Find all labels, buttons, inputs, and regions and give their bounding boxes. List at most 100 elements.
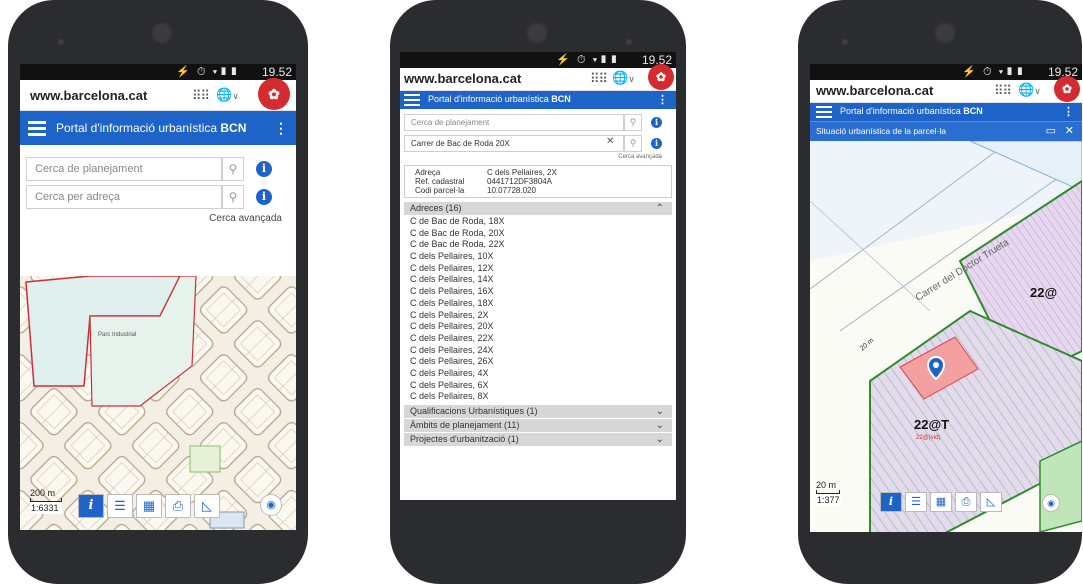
list-item[interactable]: C de Bac de Roda, 18X — [404, 216, 672, 228]
info-planning-icon[interactable]: i — [651, 117, 662, 128]
sensor-dot — [626, 39, 632, 45]
portal-title-text: Portal d'informació urbanística — [428, 94, 549, 104]
more-options-icon[interactable]: ⋮ — [657, 93, 668, 106]
status-bar: ⚡ ⏱ ▾▮▮ 19.52 — [20, 64, 296, 80]
info-tool-button[interactable]: i — [78, 494, 104, 518]
list-item[interactable]: C dels Pellaires, 4X — [404, 368, 672, 380]
map-view[interactable]: Carrer del Doctor Trueta 22@T 22@ 22@(vi… — [810, 141, 1082, 532]
window-icon[interactable]: ▭ — [1046, 124, 1056, 137]
search-address-button[interactable]: ⚲ — [222, 185, 244, 209]
measure-tool-button[interactable]: ◺ — [980, 492, 1002, 512]
section-label: Àmbits de planejament (11) — [410, 420, 520, 430]
apps-grid-icon[interactable]: ⠿⠿ — [590, 71, 608, 87]
barcelona-logo[interactable]: ✿ — [648, 64, 674, 90]
section-qualifications[interactable]: Qualificacions Urbanístiques (1) ⌄ — [404, 405, 672, 419]
close-icon[interactable]: ✕ — [1065, 124, 1074, 137]
list-item[interactable]: C dels Pellaires, 12X — [404, 263, 672, 275]
list-item[interactable]: C dels Pellaires, 22X — [404, 333, 672, 345]
locate-me-icon[interactable]: ◉ — [1042, 494, 1060, 512]
list-item[interactable]: C dels Pellaires, 8X — [404, 391, 672, 403]
info-address-icon[interactable]: i — [651, 138, 662, 149]
globe-caret-icon: ∨ — [628, 74, 635, 84]
apps-grid-icon[interactable]: ⠿⠿ — [994, 83, 1012, 99]
list-item[interactable]: C dels Pellaires, 6X — [404, 380, 672, 392]
phone-2: ⚡ ⏱ ▾▮▮ 19.52 www.barcelona.cat ⠿⠿ 🌐∨ ✿ … — [390, 0, 686, 584]
list-item[interactable]: C de Bac de Roda, 22X — [404, 239, 672, 251]
apps-grid-icon[interactable]: ⠿⠿ — [192, 88, 210, 104]
site-domain[interactable]: www.barcelona.cat — [404, 71, 521, 86]
map-toolbar: i ☰ ▦ ⎙ ◺ — [880, 492, 1002, 512]
search-address-input[interactable]: Cerca per adreça — [26, 185, 222, 209]
svg-text:22@(vid): 22@(vid) — [916, 435, 940, 441]
globe-icon: 🌐 — [216, 87, 233, 102]
layers-tool-button[interactable]: ▦ — [930, 492, 952, 512]
portal-title-text: Portal d'informació urbanística — [56, 121, 218, 135]
list-item[interactable]: C dels Pellaires, 2X — [404, 310, 672, 322]
list-tool-button[interactable]: ☰ — [107, 494, 133, 518]
map-view[interactable]: Parc Industrial 200 m 1:6331 i ☰ ▦ ⎙ ◺ ◉ — [20, 276, 296, 530]
browser-header: www.barcelona.cat ⠿⠿ 🌐∨ ✿ — [400, 64, 676, 91]
language-globe-icon[interactable]: 🌐∨ — [612, 70, 635, 86]
barcelona-logo[interactable]: ✿ — [1054, 76, 1080, 102]
svg-text:22@T: 22@T — [914, 417, 949, 432]
list-item[interactable]: C dels Pellaires, 10X — [404, 251, 672, 263]
search-planning-button[interactable]: ⚲ — [222, 157, 244, 181]
print-tool-button[interactable]: ⎙ — [165, 494, 191, 518]
chevron-down-icon: ⌄ — [655, 406, 664, 417]
layers-tool-button[interactable]: ▦ — [136, 494, 162, 518]
search-address-input[interactable]: Carrer de Bac de Roda 20X — [404, 135, 624, 152]
barcelona-logo[interactable]: ✿ — [258, 78, 290, 110]
menu-icon[interactable] — [816, 106, 832, 121]
advanced-search-link[interactable]: Cerca avançada — [20, 213, 296, 229]
detail-row: Ref. cadastral 0441712DF3804A — [405, 177, 671, 186]
portal-title: Portal d'informació urbanística BCN — [428, 94, 571, 104]
portal-title-bold: BCN — [551, 94, 571, 104]
map-scale: 20 m 1:377 — [816, 480, 841, 506]
locate-me-icon[interactable]: ◉ — [260, 494, 282, 516]
measure-tool-button[interactable]: ◺ — [194, 494, 220, 518]
menu-icon[interactable] — [28, 121, 46, 139]
scale-distance: 200 m — [30, 488, 56, 498]
list-item[interactable]: C dels Pellaires, 14X — [404, 274, 672, 286]
list-item[interactable]: C dels Pellaires, 26X — [404, 356, 672, 368]
more-options-icon[interactable]: ⋮ — [1063, 105, 1074, 118]
chevron-up-icon: ⌃ — [655, 203, 664, 214]
addresses-header[interactable]: Adreces (16) ⌃ — [404, 202, 672, 216]
language-globe-icon[interactable]: 🌐∨ — [216, 87, 239, 103]
list-item[interactable]: C dels Pellaires, 20X — [404, 321, 672, 333]
portal-title-bold: BCN — [220, 121, 247, 135]
clear-search-icon[interactable]: ✕ — [606, 136, 614, 147]
search-planning-input[interactable]: Cerca de planejament — [404, 114, 624, 131]
print-tool-button[interactable]: ⎙ — [955, 492, 977, 512]
search-planning-button[interactable]: ⚲ — [624, 114, 642, 131]
front-camera — [151, 22, 173, 44]
list-item[interactable]: C dels Pellaires, 18X — [404, 298, 672, 310]
info-tool-button[interactable]: i — [880, 492, 902, 512]
search-planning-input[interactable]: Cerca de planejament — [26, 157, 222, 181]
detail-key: Ref. cadastral — [415, 177, 465, 186]
phone-3: ⚡ ⏱ ▾▮▮ 19.52 www.barcelona.cat ⠿⠿ 🌐∨ ✿ … — [798, 0, 1082, 584]
list-item[interactable]: C dels Pellaires, 16X — [404, 286, 672, 298]
more-options-icon[interactable]: ⋮ — [274, 120, 288, 137]
list-tool-button[interactable]: ☰ — [905, 492, 927, 512]
section-urbanization-projects[interactable]: Projectes d'urbanització (1) ⌄ — [404, 433, 672, 447]
advanced-search-link[interactable]: Cerca avançada — [618, 154, 662, 160]
list-item[interactable]: C de Bac de Roda, 20X — [404, 228, 672, 240]
phone-3-screen: ⚡ ⏱ ▾▮▮ 19.52 www.barcelona.cat ⠿⠿ 🌐∨ ✿ … — [810, 64, 1082, 532]
detail-row: Codi parcel·la 10.07728.020 — [405, 186, 671, 195]
language-globe-icon[interactable]: 🌐∨ — [1018, 82, 1041, 98]
portal-title: Portal d'informació urbanística BCN — [56, 121, 246, 135]
info-address-icon[interactable]: i — [256, 189, 272, 205]
search-address-button[interactable]: ⚲ — [624, 135, 642, 152]
parcel-panel-title: Situació urbanística de la parcel·la — [816, 126, 946, 136]
site-domain[interactable]: www.barcelona.cat — [30, 88, 147, 103]
addresses-list: C de Bac de Roda, 18X C de Bac de Roda, … — [404, 216, 672, 403]
list-item[interactable]: C dels Pellaires, 24X — [404, 345, 672, 357]
info-planning-icon[interactable]: i — [256, 161, 272, 177]
globe-caret-icon: ∨ — [1034, 86, 1041, 96]
menu-icon[interactable] — [404, 94, 420, 109]
section-planning-areas[interactable]: Àmbits de planejament (11) ⌄ — [404, 419, 672, 433]
site-domain[interactable]: www.barcelona.cat — [816, 83, 933, 98]
phone-1: ⚡ ⏱ ▾▮▮ 19.52 www.barcelona.cat ⠿⠿ 🌐∨ ✿ … — [8, 0, 308, 584]
detail-key: Codi parcel·la — [415, 186, 465, 195]
